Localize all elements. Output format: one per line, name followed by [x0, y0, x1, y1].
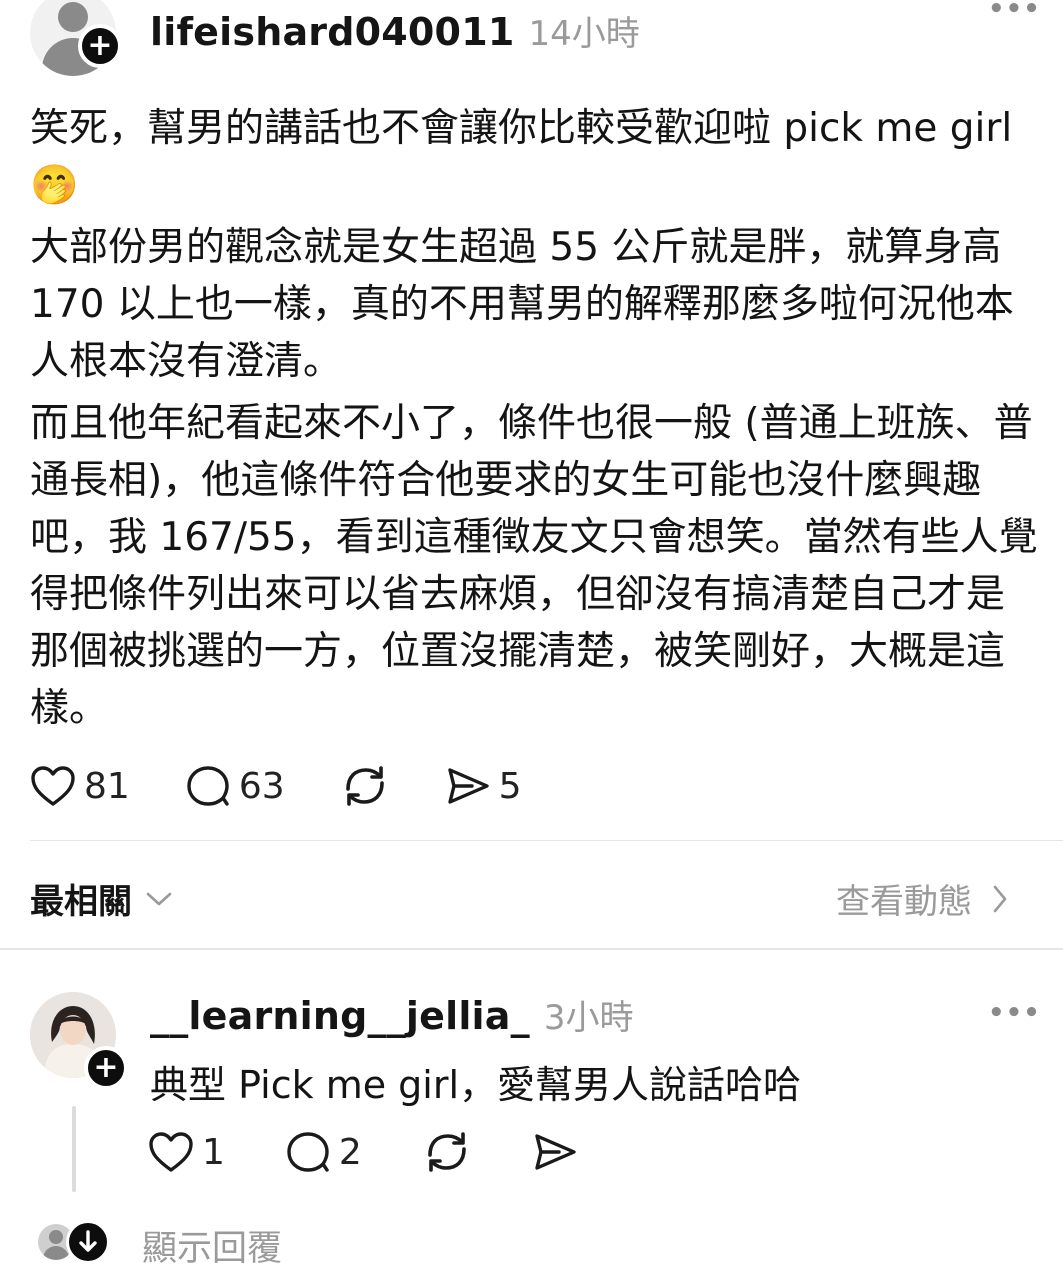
- comment-icon: [287, 1132, 329, 1172]
- post-paragraph: 大部份男的觀念就是女生超過 55 公斤就是胖，就算身高 170 以上也一樣，真的…: [30, 225, 1014, 384]
- divider: [0, 948, 1063, 950]
- send-icon: [535, 1134, 576, 1170]
- share-button[interactable]: 5: [445, 765, 522, 807]
- reply-text: 典型 Pick me girl，愛幫男人說話哈哈: [150, 1063, 802, 1107]
- post-author-avatar[interactable]: +: [30, 0, 122, 80]
- like-count: 81: [84, 765, 130, 807]
- show-replies-avatars[interactable]: [38, 1220, 110, 1264]
- reply-more-options-icon[interactable]: •••: [988, 998, 1041, 1028]
- reply-username[interactable]: __learning__jellia_: [150, 994, 530, 1038]
- post-paragraph: 而且他年紀看起來不小了，條件也很一般 (普通上班族、普通長相)，他這條件符合他要…: [30, 401, 1038, 731]
- post-paragraph: 笑死，幫男的講話也不會讓你比較受歡迎啦 pick me girl🤭: [30, 106, 1013, 208]
- post-body: 笑死，幫男的講話也不會讓你比較受歡迎啦 pick me girl🤭 大部份男的觀…: [30, 100, 1040, 742]
- comment-icon: [187, 766, 229, 806]
- sort-dropdown[interactable]: 最相關: [30, 874, 174, 923]
- comment-count: 63: [238, 765, 285, 807]
- share-count: 5: [498, 765, 522, 807]
- send-icon: [447, 768, 489, 804]
- reply-comment-button[interactable]: 2: [285, 1130, 362, 1174]
- repost-button[interactable]: [340, 763, 390, 809]
- chevron-right-icon: [993, 885, 1007, 912]
- more-options-icon[interactable]: •••: [988, 0, 1041, 24]
- reply-share-button[interactable]: [532, 1131, 578, 1173]
- reply-like-button[interactable]: 1: [148, 1131, 225, 1173]
- reply-timestamp: 3小時: [543, 998, 634, 1038]
- follow-plus-icon[interactable]: +: [78, 24, 122, 68]
- show-replies-link[interactable]: 顯示回覆: [142, 1220, 282, 1271]
- post-timestamp: 14小時: [528, 14, 640, 54]
- view-activity-label: 查看動態: [836, 882, 972, 922]
- reply-repost-button[interactable]: [422, 1129, 472, 1175]
- reply-actions: 1 2: [148, 1122, 633, 1182]
- reply-like-count: 1: [202, 1131, 225, 1173]
- reply-comment-count: 2: [338, 1131, 362, 1173]
- heart-icon: [149, 1132, 193, 1172]
- thread-line: [72, 1106, 76, 1192]
- like-button[interactable]: 81: [30, 765, 130, 807]
- divider: [30, 840, 1063, 841]
- post-username[interactable]: lifeishard040011: [150, 10, 514, 54]
- arrow-down-icon: [66, 1220, 110, 1264]
- reply-author-avatar[interactable]: +: [30, 992, 128, 1090]
- repost-icon: [345, 766, 384, 806]
- post-actions: 81 63 5: [30, 756, 577, 816]
- sort-label: 最相關: [30, 882, 132, 922]
- heart-icon: [31, 766, 75, 806]
- repost-icon: [428, 1132, 466, 1172]
- follow-plus-icon[interactable]: +: [84, 1046, 128, 1090]
- chevron-down-icon: [146, 892, 172, 905]
- view-activity-link[interactable]: 查看動態: [836, 874, 1010, 923]
- comment-button[interactable]: 63: [185, 764, 285, 808]
